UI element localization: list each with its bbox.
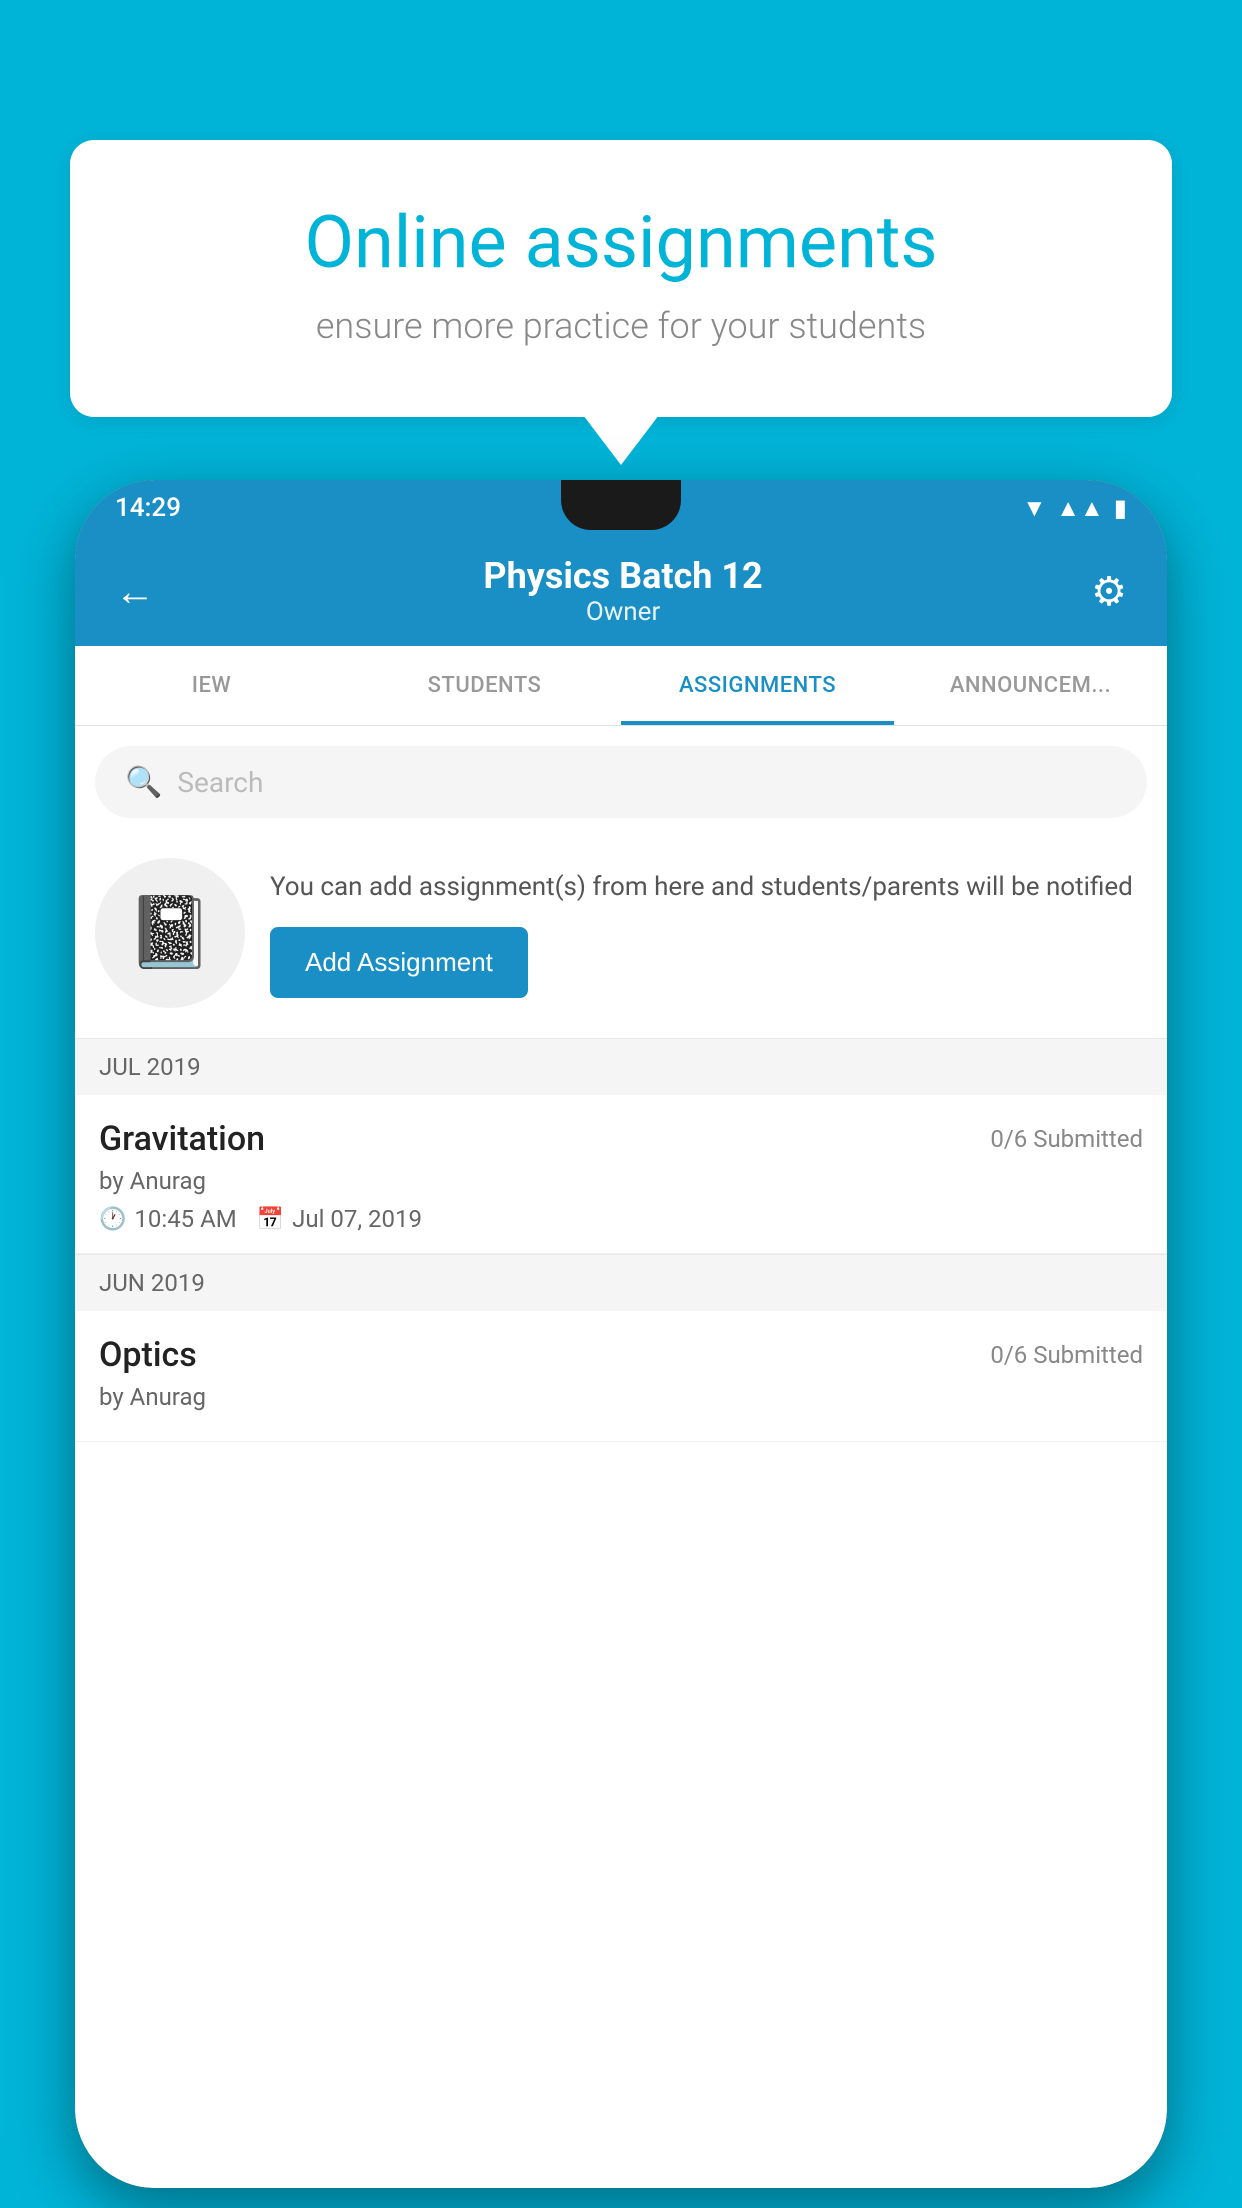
assignment-time-gravitation: 10:45 AM — [134, 1205, 236, 1233]
notebook-icon: 📓 — [126, 892, 213, 974]
back-button[interactable]: ← — [105, 558, 165, 625]
search-bar[interactable]: 🔍 Search — [95, 746, 1147, 818]
search-placeholder: Search — [177, 766, 263, 799]
app-bar: ← Physics Batch 12 Owner ⚙ — [75, 536, 1167, 646]
assignment-title-gravitation: Gravitation — [99, 1119, 265, 1159]
meta-time-gravitation: 🕐 10:45 AM — [99, 1205, 237, 1233]
phone-frame: 14:29 ▼ ▲▲ ▮ ← Physics Batch 12 Owner ⚙ … — [75, 480, 1167, 2188]
section-header-jun: JUN 2019 — [75, 1254, 1167, 1311]
wifi-icon: ▼ — [1023, 494, 1047, 523]
promo-icon-circle: 📓 — [95, 858, 245, 1008]
status-icons: ▼ ▲▲ ▮ — [1023, 494, 1128, 523]
status-time: 14:29 — [115, 493, 181, 523]
assignment-meta-gravitation: 🕐 10:45 AM 📅 Jul 07, 2019 — [99, 1205, 1143, 1233]
promo-section: 📓 You can add assignment(s) from here an… — [75, 838, 1167, 1038]
section-header-jul: JUL 2019 — [75, 1038, 1167, 1095]
settings-icon[interactable]: ⚙ — [1081, 558, 1137, 625]
assignment-by-gravitation: by Anurag — [99, 1167, 1143, 1195]
tab-bar: IEW STUDENTS ASSIGNMENTS ANNOUNCEM... — [75, 646, 1167, 726]
tab-assignments-label: ASSIGNMENTS — [679, 673, 836, 698]
clock-icon: 🕐 — [99, 1207, 126, 1232]
speech-bubble: Online assignments ensure more practice … — [70, 140, 1172, 417]
content-area: 🔍 Search 📓 You can add assignment(s) fro… — [75, 726, 1167, 2188]
notch — [561, 480, 681, 530]
promo-right: You can add assignment(s) from here and … — [270, 868, 1147, 998]
assignment-top-row-optics: Optics 0/6 Submitted — [99, 1335, 1143, 1375]
calendar-icon: 📅 — [257, 1207, 284, 1232]
search-icon: 🔍 — [125, 765, 162, 800]
status-bar: 14:29 ▼ ▲▲ ▮ — [75, 480, 1167, 536]
assignment-top-row: Gravitation 0/6 Submitted — [99, 1119, 1143, 1159]
speech-bubble-container: Online assignments ensure more practice … — [70, 140, 1172, 417]
assignment-item-gravitation[interactable]: Gravitation 0/6 Submitted by Anurag 🕐 10… — [75, 1095, 1167, 1254]
add-assignment-button[interactable]: Add Assignment — [270, 927, 528, 998]
tab-announcements[interactable]: ANNOUNCEM... — [894, 646, 1167, 725]
signal-icon: ▲▲ — [1056, 494, 1104, 523]
assignment-date-gravitation: Jul 07, 2019 — [292, 1205, 422, 1233]
tab-announcements-label: ANNOUNCEM... — [950, 673, 1111, 698]
assignment-title-optics: Optics — [99, 1335, 197, 1375]
tab-assignments[interactable]: ASSIGNMENTS — [621, 646, 894, 725]
bubble-title: Online assignments — [150, 200, 1092, 285]
assignment-by-optics: by Anurag — [99, 1383, 1143, 1411]
meta-date-gravitation: 📅 Jul 07, 2019 — [257, 1205, 422, 1233]
app-bar-title-container: Physics Batch 12 Owner — [165, 555, 1081, 627]
tab-iew[interactable]: IEW — [75, 646, 348, 725]
tab-students-label: STUDENTS — [428, 673, 542, 698]
battery-icon: ▮ — [1114, 494, 1127, 522]
app-bar-subtitle: Owner — [165, 597, 1081, 627]
assignment-item-optics[interactable]: Optics 0/6 Submitted by Anurag — [75, 1311, 1167, 1442]
tab-students[interactable]: STUDENTS — [348, 646, 621, 725]
app-bar-title: Physics Batch 12 — [165, 555, 1081, 597]
submitted-badge-gravitation: 0/6 Submitted — [990, 1125, 1143, 1153]
promo-text: You can add assignment(s) from here and … — [270, 868, 1147, 907]
phone-screen: 14:29 ▼ ▲▲ ▮ ← Physics Batch 12 Owner ⚙ … — [75, 480, 1167, 2188]
bubble-subtitle: ensure more practice for your students — [150, 305, 1092, 347]
tab-iew-label: IEW — [192, 673, 232, 698]
submitted-badge-optics: 0/6 Submitted — [990, 1341, 1143, 1369]
